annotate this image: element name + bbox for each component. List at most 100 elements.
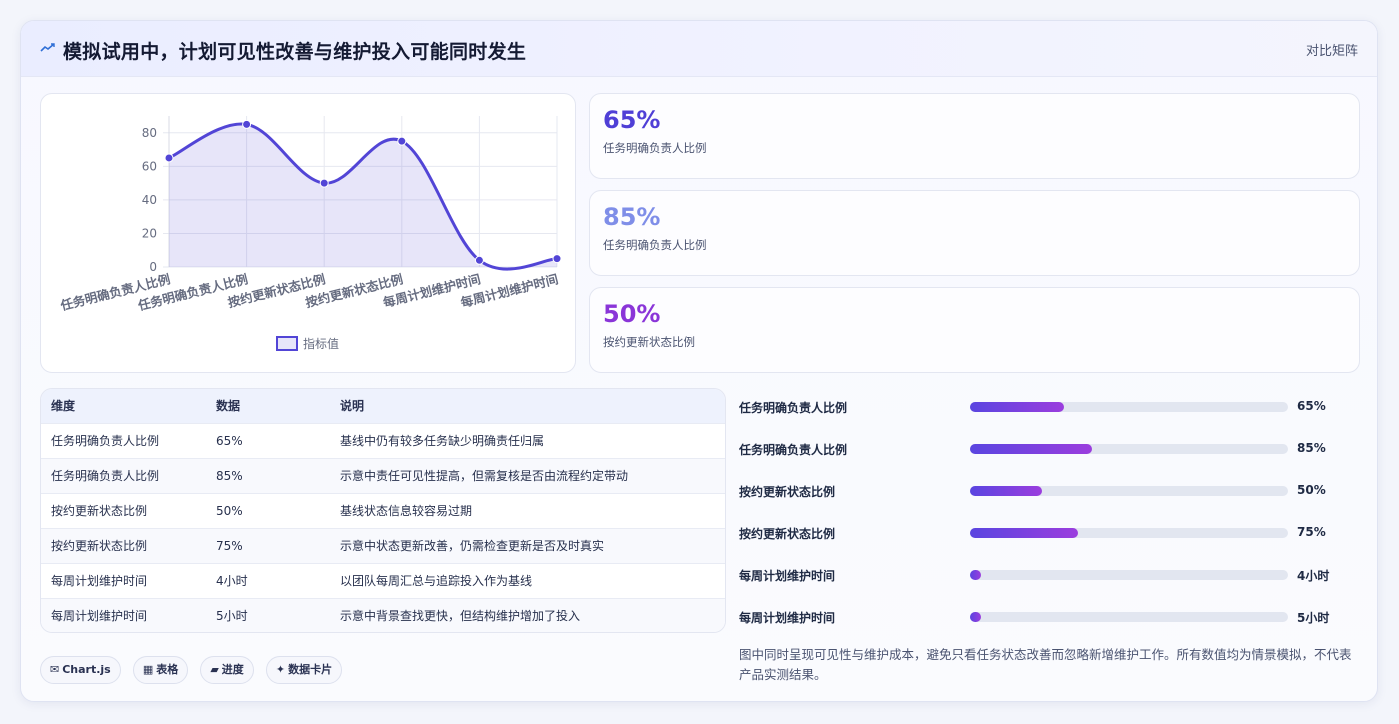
progress-row: 任务明确负责人比例 85% [739, 438, 1359, 458]
progress-value: 85% [1297, 441, 1326, 455]
table-cell: 65% [206, 422, 330, 458]
progress-fill [970, 444, 1093, 454]
chip-label: 表格 [156, 663, 179, 676]
table-cell: 示意中背景查找更快，但结构维护增加了投入 [330, 597, 725, 632]
y-tick-label: 80 [142, 126, 157, 140]
y-tick-label: 40 [142, 193, 157, 207]
column-header: 说明 [340, 399, 365, 414]
progress-value: 75% [1297, 525, 1326, 539]
table-cell: 按约更新状态比例 [41, 492, 206, 528]
progress-track [970, 570, 1288, 580]
progress-row: 每周计划维护时间 5小时 [739, 606, 1359, 626]
chip-table[interactable]: ▦ 表格 [132, 656, 189, 684]
legend-label: 指标值 [303, 336, 339, 351]
stat-label: 按约更新状态比例 [603, 335, 695, 349]
chip-data-cards[interactable]: ✦ 数据卡片 [265, 656, 343, 684]
data-point [397, 136, 407, 146]
data-point [474, 255, 484, 265]
progress-fill [970, 402, 1064, 412]
line-chart-card: 0 20 40 60 80 任务明确负责人比例 任务明确负责人比例 按约更新状态比例 按约更新状… [40, 93, 576, 373]
page-title: 模拟试用中，计划可见性改善与维护投入可能同时发生 [63, 41, 527, 63]
progress-track [970, 444, 1288, 454]
progress-track [970, 612, 1288, 622]
chip-chartjs[interactable]: ✉ Chart.js [40, 656, 121, 684]
header: 模拟试用中，计划可见性改善与维护投入可能同时发生 对比矩阵 [21, 21, 1377, 77]
y-tick-label: 60 [142, 159, 157, 173]
table-row: 每周计划维护时间 4小时 以团队每周汇总与追踪投入作为基线 [41, 562, 725, 598]
table-cell: 4小时 [206, 562, 330, 598]
column-header: 维度 [51, 399, 76, 414]
chip-label: 进度 [221, 663, 244, 676]
table-cell: 以团队每周汇总与追踪投入作为基线 [330, 562, 725, 598]
progress-fill [970, 570, 982, 580]
y-tick-label: 0 [149, 260, 157, 274]
table-cell: 按约更新状态比例 [41, 527, 206, 563]
progress-value: 5小时 [1297, 611, 1330, 625]
progress-label: 每周计划维护时间 [739, 611, 836, 625]
progress-row: 任务明确负责人比例 65% [739, 396, 1359, 416]
main-panel: 模拟试用中，计划可见性改善与维护投入可能同时发生 对比矩阵 0 20 40 60 80 任… [20, 20, 1378, 702]
data-point [242, 119, 252, 129]
table-row: 每周计划维护时间 5小时 示意中背景查找更快，但结构维护增加了投入 [41, 597, 725, 632]
line-chart: 020406080任务明确负责人比例任务明确负责人比例按约更新状态比例按约更新状… [58, 116, 562, 351]
series-area [169, 123, 557, 270]
table-cell: 基线状态信息较容易过期 [330, 492, 725, 528]
legend-swatch [276, 336, 298, 351]
data-point [552, 254, 562, 264]
progress-label: 任务明确负责人比例 [739, 401, 848, 415]
sparkle-icon: ✦ [275, 663, 286, 676]
progress-row: 按约更新状态比例 75% [739, 522, 1359, 542]
y-tick-label: 20 [142, 226, 157, 240]
progress-row: 每周计划维护时间 4小时 [739, 564, 1359, 584]
progress-value: 65% [1297, 399, 1326, 413]
progress-track [970, 402, 1288, 412]
stat-card: 85% 任务明确负责人比例 [589, 190, 1360, 276]
stat-card: 65% 任务明确负责人比例 [589, 93, 1360, 179]
data-table-card: 维度 数据 说明 任务明确负责人比例 65% 基线中仍有较多任务缺少明确责任归属… [40, 388, 726, 633]
progress-track [970, 528, 1288, 538]
tag-chips: ✉ Chart.js ▦ 表格 ▰ 进度 ✦ 数据卡片 [40, 656, 349, 686]
footnote: 图中同时呈现可见性与维护成本，避免只看任务状态改善而忽略新增维护工作。所有数值均… [739, 647, 1352, 682]
column-header: 数据 [216, 399, 241, 414]
progress-label: 每周计划维护时间 [739, 569, 836, 583]
chip-label: 数据卡片 [288, 663, 333, 676]
table-row: 任务明确负责人比例 85% 示意中责任可见性提高，但需复核是否由流程约定带动 [41, 457, 725, 493]
chip-label: Chart.js [62, 663, 111, 676]
table-header-row: 维度 数据 说明 [41, 389, 725, 423]
table-cell: 每周计划维护时间 [41, 597, 206, 632]
progress-bar-list: 任务明确负责人比例 65% 任务明确负责人比例 85% 按约更新状态比例 50%… [739, 391, 1359, 641]
progress-icon: ▰ [210, 663, 219, 676]
stat-card: 50% 按约更新状态比例 [589, 287, 1360, 373]
table-row: 任务明确负责人比例 65% 基线中仍有较多任务缺少明确责任归属 [41, 422, 725, 458]
progress-fill [970, 486, 1043, 496]
progress-label: 按约更新状态比例 [739, 485, 836, 499]
table-cell: 基线中仍有较多任务缺少明确责任归属 [330, 422, 725, 458]
table-cell: 75% [206, 527, 330, 563]
table-cell: 每周计划维护时间 [41, 562, 206, 598]
data-table: 维度 数据 说明 任务明确负责人比例 65% 基线中仍有较多任务缺少明确责任归属… [41, 389, 725, 632]
chip-progress[interactable]: ▰ 进度 [200, 656, 254, 684]
mail-icon: ✉ [50, 663, 60, 676]
progress-value: 4小时 [1297, 569, 1330, 583]
stat-value: 85% [603, 203, 661, 231]
table-cell: 示意中责任可见性提高，但需复核是否由流程约定带动 [330, 457, 725, 493]
table-row: 按约更新状态比例 50% 基线状态信息较容易过期 [41, 492, 725, 528]
table-row: 按约更新状态比例 75% 示意中状态更新改善，仍需检查更新是否及时真实 [41, 527, 725, 563]
table-cell: 50% [206, 492, 330, 528]
data-point [164, 153, 174, 163]
progress-track [970, 486, 1288, 496]
progress-label: 任务明确负责人比例 [739, 443, 848, 457]
table-cell: 任务明确负责人比例 [41, 457, 206, 493]
table-cell: 任务明确负责人比例 [41, 422, 206, 458]
progress-row: 按约更新状态比例 50% [739, 480, 1359, 500]
progress-fill [970, 612, 982, 622]
table-cell: 示意中状态更新改善，仍需检查更新是否及时真实 [330, 527, 725, 563]
progress-fill [970, 528, 1079, 538]
stat-label: 任务明确负责人比例 [603, 238, 707, 252]
data-point [319, 178, 329, 188]
progress-value: 50% [1297, 483, 1326, 497]
table-cell: 85% [206, 457, 330, 493]
compare-matrix-link[interactable]: 对比矩阵 [1306, 40, 1358, 59]
progress-label: 按约更新状态比例 [739, 527, 836, 541]
stat-value: 65% [603, 106, 661, 134]
